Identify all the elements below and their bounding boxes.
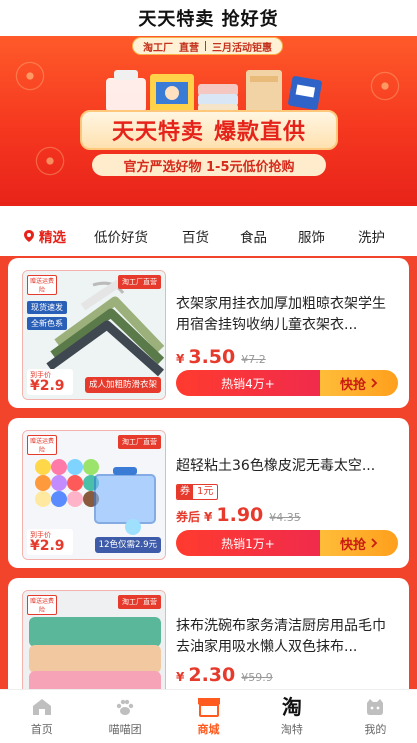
page-title: 天天特卖 抢好货: [0, 0, 417, 36]
price-row: ¥ 3.50 ¥7.2: [176, 346, 266, 368]
banner-headline: 天天特卖 爆款直供: [80, 110, 338, 150]
original-price: ¥4.35: [269, 511, 301, 524]
location-pin-icon: [24, 230, 34, 242]
tab-label: 百货: [182, 230, 209, 246]
nav-group-buy[interactable]: 喵喵团: [83, 690, 166, 743]
nav-label: 我的: [364, 723, 387, 736]
price-row: 券后 ¥ 1.90 ¥4.35: [176, 504, 301, 526]
thumb-caption: 12色仅需2.9元: [94, 537, 161, 553]
tab-label: 服饰: [298, 230, 325, 246]
coupon-label: 券: [177, 485, 193, 499]
event-label: 三月活动钜惠: [212, 42, 272, 54]
tab-label: 精选: [39, 230, 66, 246]
profile-icon: [362, 696, 388, 718]
grab-button[interactable]: 快抢: [320, 370, 398, 396]
tab-label: 低价好货: [94, 230, 148, 246]
tab-personal-care[interactable]: 洗护: [358, 226, 398, 246]
home-icon: [29, 696, 55, 718]
tab-label: 洗护: [358, 230, 385, 246]
factory-sub-label: 直营: [179, 42, 199, 54]
nav-label: 商城: [197, 723, 220, 736]
bottom-navigation: 首页 喵喵团 商城 淘 淘特 我的: [0, 689, 417, 743]
original-price: ¥59.9: [241, 671, 273, 684]
taote-logo-icon: 淘: [279, 696, 305, 718]
product-card[interactable]: 赠送运费险 淘工厂直营 到手价 ¥2.9 12色仅需2.9元 超轻粘土36色橡皮…: [8, 418, 409, 568]
factory-tag: 淘工厂直营: [118, 595, 161, 609]
product-image[interactable]: 赠送运费险 淘工厂直营: [22, 590, 166, 689]
firework-decoration: [20, 131, 80, 191]
feature-badge: 全新色系: [27, 317, 67, 330]
thumb-price-value: ¥2.9: [30, 378, 65, 394]
price-symbol: ¥: [176, 670, 185, 684]
tab-clothing[interactable]: 服饰: [298, 226, 358, 246]
firework-decoration: [0, 46, 60, 106]
grab-button-label: 快抢: [339, 377, 366, 393]
grab-button-label: 快抢: [339, 537, 366, 553]
promo-event-pill: 淘工厂 直营 三月活动钜惠: [132, 37, 283, 55]
product-card[interactable]: 赠送运费险 淘工厂直营 现货速发 全新色系 到手价 ¥2.9 成人加粗防滑衣架 …: [8, 258, 409, 408]
nav-label: 喵喵团: [108, 723, 142, 736]
banner-subline: 官方严选好物 1-5元低价抢购: [92, 154, 326, 176]
store-icon: [196, 696, 222, 718]
shipping-insurance-tag: 赠送运费险: [27, 595, 57, 615]
feature-badge: 现货速发: [27, 301, 67, 314]
nav-taote[interactable]: 淘 淘特: [250, 690, 333, 743]
thumb-price-value: ¥2.9: [30, 538, 65, 554]
headline-right: 爆款直供: [214, 120, 307, 145]
paw-icon: [112, 696, 138, 718]
shipping-insurance-tag: 赠送运费险: [27, 275, 57, 295]
chevron-right-icon: [371, 538, 378, 548]
shipping-insurance-tag: 赠送运费险: [27, 435, 57, 455]
nav-home[interactable]: 首页: [0, 690, 83, 743]
nav-profile[interactable]: 我的: [334, 690, 417, 743]
grab-button[interactable]: 快抢: [320, 530, 398, 556]
nav-label: 淘特: [280, 723, 303, 736]
product-image[interactable]: 赠送运费险 淘工厂直营 到手价 ¥2.9 12色仅需2.9元: [22, 430, 166, 560]
thumb-caption: 成人加粗防滑衣架: [84, 377, 161, 393]
product-card[interactable]: 赠送运费险 淘工厂直营 抹布洗碗布家务清洁厨房用品毛巾去油家用吸水懒人双色抹布.…: [8, 578, 409, 689]
nav-label: 首页: [30, 723, 53, 736]
current-price: 2.30: [188, 664, 236, 686]
chevron-right-icon: [371, 378, 378, 388]
thumb-price-box: 到手价 ¥2.9: [27, 529, 73, 555]
after-coupon-label: 券后: [176, 510, 201, 524]
product-title[interactable]: 衣架家用挂衣加厚加粗晾衣架学生用宿舍挂钩收纳儿童衣架衣...: [176, 294, 398, 336]
product-actions: 热销4万+ 快抢: [176, 370, 398, 396]
product-feed[interactable]: 赠送运费险 淘工厂直营 现货速发 全新色系 到手价 ¥2.9 成人加粗防滑衣架 …: [0, 256, 417, 689]
taote-glyph: 淘: [281, 695, 302, 719]
factory-label: 淘工厂: [143, 42, 173, 54]
sales-count-bar: 热销1万+: [176, 530, 320, 556]
original-price: ¥7.2: [241, 353, 266, 366]
product-actions: 热销1万+ 快抢: [176, 530, 398, 556]
tab-label: 食品: [240, 230, 267, 246]
headline-left: 天天特卖: [111, 120, 204, 145]
price-row: ¥ 2.30 ¥59.9: [176, 664, 273, 686]
price-symbol: ¥: [204, 510, 213, 524]
tab-general-goods[interactable]: 百货: [182, 226, 240, 246]
factory-tag: 淘工厂直营: [118, 275, 161, 289]
price-symbol: ¥: [176, 352, 185, 366]
product-image[interactable]: 赠送运费险 淘工厂直营 现货速发 全新色系 到手价 ¥2.9 成人加粗防滑衣架: [22, 270, 166, 400]
product-title[interactable]: 超轻粘土36色橡皮泥无毒太空...: [176, 456, 398, 477]
sales-count-bar: 热销4万+: [176, 370, 320, 396]
current-price: 3.50: [188, 346, 236, 368]
nav-mall[interactable]: 商城: [167, 690, 250, 743]
factory-tag: 淘工厂直营: [118, 435, 161, 449]
firework-decoration: [355, 56, 415, 116]
category-tabs: 精选 低价好货 百货 食品 服饰 洗护: [8, 216, 409, 256]
coupon-badge: 券 1元: [176, 484, 219, 500]
promo-banner[interactable]: 淘工厂 直营 三月活动钜惠 天天特卖 爆款直供 官方严选好物 1-5元低价抢购: [0, 36, 417, 206]
product-title[interactable]: 抹布洗碗布家务清洁厨房用品毛巾去油家用吸水懒人双色抹布...: [176, 616, 398, 658]
coupon-value: 1元: [197, 486, 214, 497]
current-price: 1.90: [216, 504, 264, 526]
tab-low-price[interactable]: 低价好货: [94, 226, 182, 246]
thumb-price-box: 到手价 ¥2.9: [27, 369, 73, 395]
tab-featured[interactable]: 精选: [22, 226, 94, 246]
tab-food[interactable]: 食品: [240, 226, 298, 246]
